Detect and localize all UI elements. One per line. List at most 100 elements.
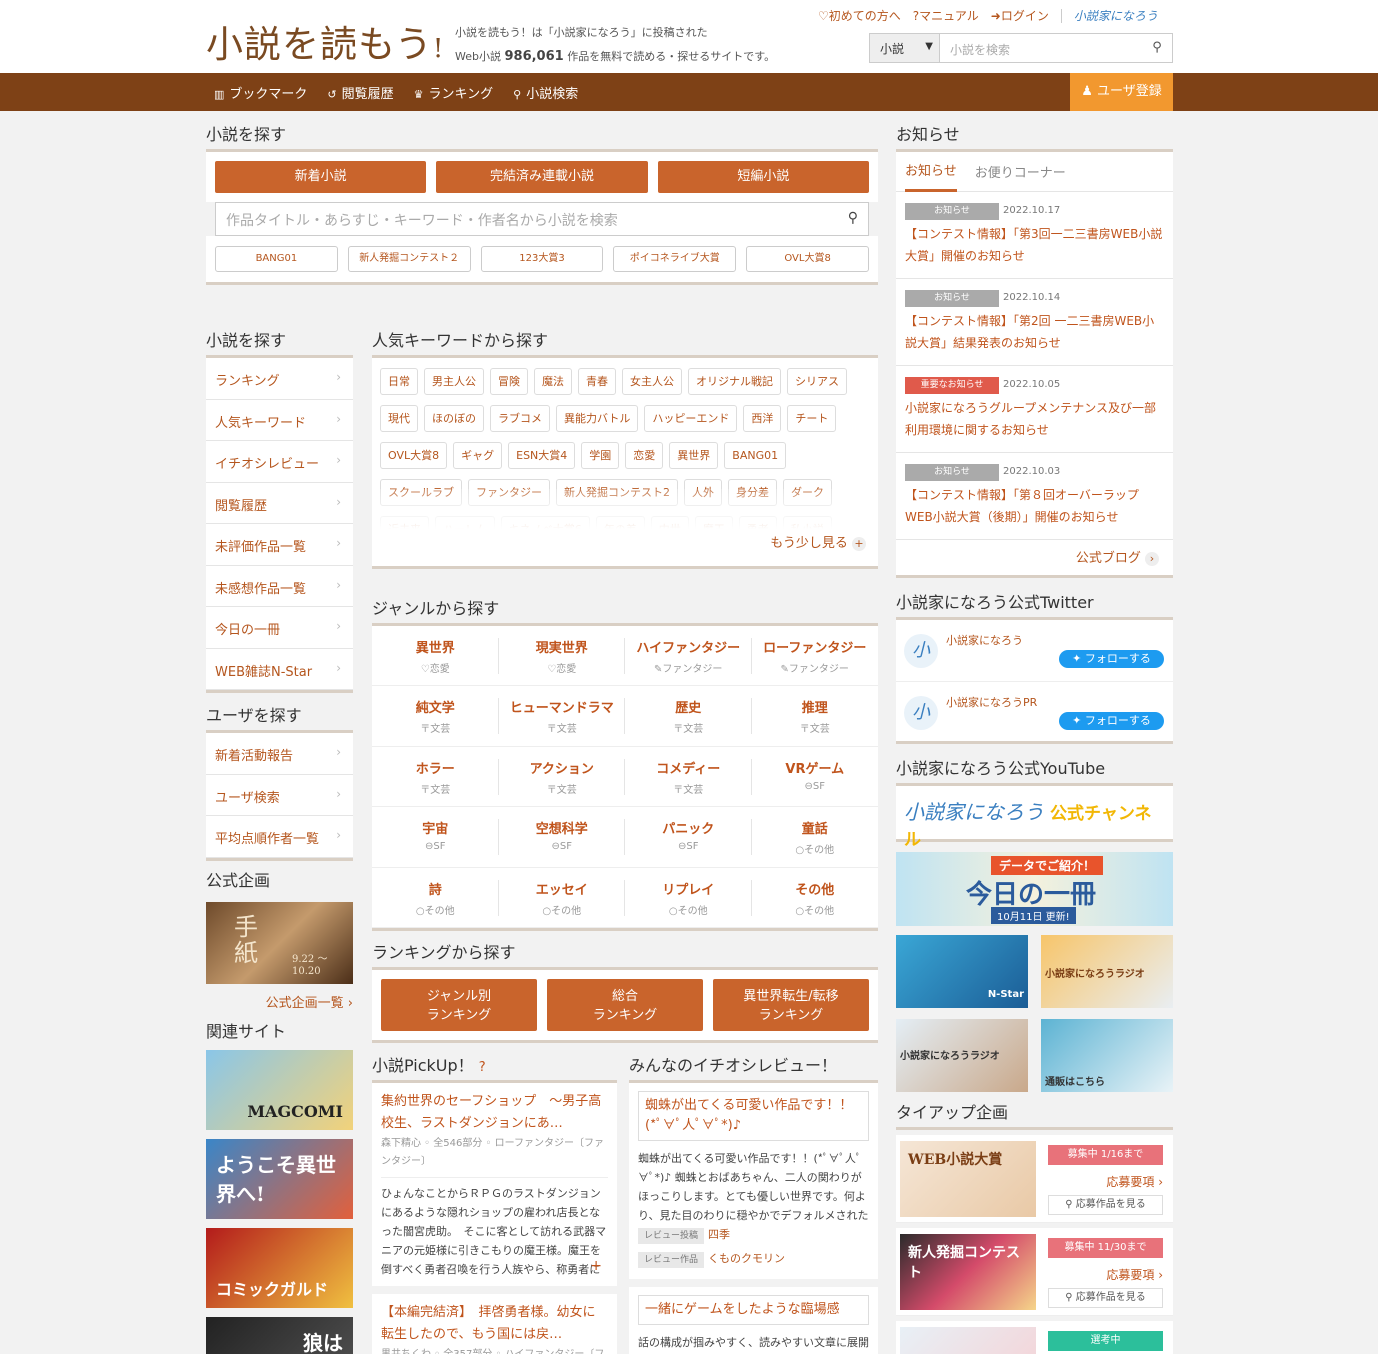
genre-cell[interactable]: エッセイ ○その他 xyxy=(498,868,625,928)
keyword-tag[interactable]: ESN大賞4 xyxy=(508,442,576,469)
genre-ranking-button[interactable]: ジャンル別 ランキング xyxy=(381,979,537,1031)
completed-novels-button[interactable]: 完結済み連載小説 xyxy=(436,161,648,193)
tab-news[interactable]: お知らせ xyxy=(905,152,957,192)
guide-link[interactable]: 応募要項 › xyxy=(1048,1266,1163,1283)
keyword-tag[interactable]: 学園 xyxy=(581,442,620,469)
keyword-tag[interactable]: 恋愛 xyxy=(625,442,664,469)
pickup-title[interactable]: 【本編完結済】 拝啓勇者様。幼女に転生したので、もう国には戻… xyxy=(381,1302,608,1346)
side-menu-item[interactable]: イチオシレビュー › xyxy=(206,441,353,483)
genre-cell[interactable]: 歴史 〒文芸 xyxy=(625,686,752,747)
side-menu-item[interactable]: 平均点順作者一覧 › xyxy=(206,816,353,858)
account-name[interactable]: 小説家になろうPR xyxy=(946,694,1037,710)
contest-tag[interactable]: OVL大賞8 xyxy=(746,246,869,272)
genre-cell[interactable]: 現実世界 ♡恋愛 xyxy=(498,626,625,687)
new-novels-button[interactable]: 新着小説 xyxy=(215,161,427,193)
link-login[interactable]: ➜ログイン xyxy=(991,7,1049,24)
keyword-tag[interactable]: ハッピーエンド xyxy=(644,405,738,432)
contest-tag[interactable]: 123大賞3 xyxy=(480,246,604,272)
blog-link[interactable]: 公式ブログ › xyxy=(896,540,1173,578)
review-title[interactable]: 一緒にゲームをしたような臨場感 xyxy=(638,1295,869,1325)
keyword-tag[interactable]: ギャグ xyxy=(453,442,503,469)
genre-cell[interactable]: ヒューマンドラマ 〒文芸 xyxy=(498,686,625,747)
help-icon[interactable]: ? xyxy=(479,1060,486,1075)
keyword-tag[interactable]: ほのぼの xyxy=(424,405,484,432)
promo-banner[interactable]: 小説家になろうラジオ xyxy=(896,1019,1028,1092)
tieup-image[interactable]: WEB小説大賞 xyxy=(900,1141,1036,1217)
youtube-banner[interactable]: 小説家になろう 公式チャンネル xyxy=(896,786,1173,850)
keyword-tag[interactable]: 魔法 xyxy=(534,368,572,395)
link-beginner[interactable]: ♡初めての方へ xyxy=(818,7,901,24)
genre-cell[interactable]: その他 ○その他 xyxy=(751,868,878,928)
genre-cell[interactable]: 宇宙 ⊖SF xyxy=(372,807,499,868)
register-button[interactable]: ♟ ユーザ登録 xyxy=(1070,73,1173,111)
pickup-title[interactable]: 集約世界のセーフショップ ～男子高校生、ラストダンジョンにあ… xyxy=(381,1091,608,1135)
tieup-image[interactable]: 新人発掘コンテスト xyxy=(900,1234,1036,1310)
side-menu-item[interactable]: ユーザ検索 › xyxy=(206,774,353,816)
keyword-tag[interactable]: 冒険 xyxy=(490,368,528,395)
genre-cell[interactable]: ホラー 〒文芸 xyxy=(372,747,499,808)
keyword-tag[interactable]: シリアス xyxy=(787,368,847,395)
keyword-tag[interactable]: 西洋 xyxy=(743,405,782,432)
kikaku-list-link[interactable]: 公式企画一覧 › xyxy=(206,984,353,1021)
genre-cell[interactable]: リプレイ ○その他 xyxy=(625,868,752,928)
overall-ranking-button[interactable]: 総合 ランキング xyxy=(547,979,703,1031)
genre-cell[interactable]: パニック ⊖SF xyxy=(625,807,752,868)
genre-cell[interactable]: 空想科学 ⊖SF xyxy=(498,807,625,868)
site-logo[interactable]: 小説を読もう! xyxy=(206,14,444,68)
side-menu-item[interactable]: 未感想作品一覧 › xyxy=(206,565,353,607)
genre-cell[interactable]: コメディー 〒文芸 xyxy=(625,747,752,808)
plus-icon[interactable]: + xyxy=(590,1257,602,1276)
narou-logo-link[interactable]: 小説家になろう xyxy=(1074,7,1158,24)
short-novels-button[interactable]: 短編小説 xyxy=(657,161,869,193)
account-name[interactable]: 小説家になろう xyxy=(946,632,1023,648)
genre-cell[interactable]: VRゲーム ⊖SF xyxy=(751,747,878,808)
related-banner[interactable]: 狼は xyxy=(206,1317,353,1354)
promo-banner[interactable]: N-Star xyxy=(896,935,1028,1008)
keyword-tag[interactable]: 日常 xyxy=(380,368,418,395)
more-keywords-link[interactable]: もう少し見る + xyxy=(372,529,878,569)
link-manual[interactable]: ?マニュアル xyxy=(913,7,979,24)
news-title[interactable]: 【コンテスト情報】「第８回オーバーラップWEB小説大賞（後期）」開催のお知らせ xyxy=(905,484,1164,528)
genre-cell[interactable]: 童話 ○その他 xyxy=(751,807,878,868)
news-title[interactable]: 小説家になろうグループメンテナンス及び一部利用環境に関するお知らせ xyxy=(905,397,1164,441)
view-works-button[interactable]: ⚲ 応募作品を見る xyxy=(1048,1195,1163,1215)
contest-tag[interactable]: BANG01 xyxy=(215,246,338,272)
nav-search[interactable]: ⚲ 小説検索 xyxy=(513,83,578,102)
related-banner[interactable]: コミックガルド xyxy=(206,1228,353,1308)
news-title[interactable]: 【コンテスト情報】「第3回一二三書房WEB小説大賞」開催のお知らせ xyxy=(905,223,1164,267)
side-menu-item[interactable]: 今日の一冊 › xyxy=(206,607,353,649)
keyword-tag[interactable]: BANG01 xyxy=(724,442,787,469)
genre-cell[interactable]: ローファンタジー ✎ファンタジー xyxy=(751,626,878,687)
follow-button[interactable]: ✦ フォローする xyxy=(1059,712,1164,730)
side-menu-item[interactable]: 閲覧履歴 › xyxy=(206,482,353,524)
news-title[interactable]: 【コンテスト情報】「第2回 一二三書房WEB小説大賞」結果発表のお知らせ xyxy=(905,310,1164,354)
side-menu-item[interactable]: WEB雑誌N-Star › xyxy=(206,648,353,690)
nav-ranking[interactable]: ♛ ランキング xyxy=(414,83,494,102)
genre-cell[interactable]: 推理 〒文芸 xyxy=(751,686,878,747)
side-menu-item[interactable]: 人気キーワード › xyxy=(206,399,353,441)
side-menu-item[interactable]: 未評価作品一覧 › xyxy=(206,524,353,566)
avatar[interactable]: 小 xyxy=(904,634,938,668)
avatar[interactable]: 小 xyxy=(904,696,938,730)
keyword-tag[interactable]: チート xyxy=(787,405,837,432)
genre-cell[interactable]: 純文学 〒文芸 xyxy=(372,686,499,747)
side-menu-item[interactable]: 新着活動報告 › xyxy=(206,733,353,775)
genre-cell[interactable]: 異世界 ♡恋愛 xyxy=(372,626,499,687)
keyword-tag[interactable]: 女主人公 xyxy=(622,368,682,395)
tieup-image[interactable] xyxy=(900,1327,1036,1354)
keyword-tag[interactable]: ラブコメ xyxy=(490,405,550,432)
keyword-tag[interactable]: 現代 xyxy=(380,405,418,432)
related-banner[interactable]: ようこそ異世界へ! xyxy=(206,1139,353,1219)
novel-search-input[interactable]: 作品タイトル・あらすじ・キーワード・作者名から小説を検索 ⚲ xyxy=(215,202,869,236)
keyword-tag[interactable]: OVL大賞8 xyxy=(380,442,448,469)
promo-banner[interactable]: 小説家になろうラジオ xyxy=(1041,935,1173,1008)
promo-banner[interactable]: 通販はこちら xyxy=(1041,1019,1173,1092)
keyword-tag[interactable]: オリジナル戦記 xyxy=(688,368,781,395)
tab-letters[interactable]: お便りコーナー xyxy=(975,162,1066,181)
search-input[interactable]: 小説を検索 xyxy=(940,34,1142,62)
kikaku-banner[interactable]: 手紙 9.22 〜 10.20 xyxy=(206,902,353,984)
contest-tag[interactable]: ポイコネライブ大賞 xyxy=(613,246,737,272)
keyword-tag[interactable]: 男主人公 xyxy=(424,368,484,395)
follow-button[interactable]: ✦ フォローする xyxy=(1059,650,1164,668)
search-type-select[interactable]: 小説 ▼ xyxy=(870,34,940,62)
